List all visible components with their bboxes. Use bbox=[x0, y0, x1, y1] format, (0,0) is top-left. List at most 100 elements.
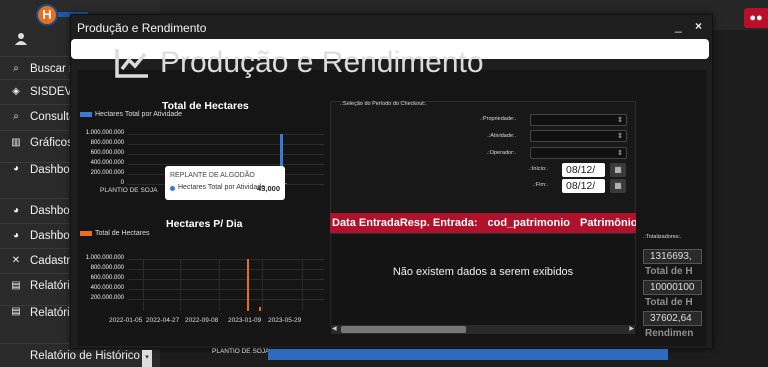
tooltip-series-dot bbox=[170, 186, 175, 191]
chart2-bar[interactable] bbox=[247, 259, 249, 311]
chart2-vgrid bbox=[143, 259, 144, 311]
table-body bbox=[330, 233, 636, 326]
chart2-gridline bbox=[128, 259, 324, 260]
search-icon: ⌕ bbox=[13, 111, 19, 122]
propriedade-label: .:Propriedade:. bbox=[479, 116, 516, 122]
operador-select[interactable]: ⇕ bbox=[530, 147, 627, 159]
chart2-vgrid bbox=[180, 259, 181, 311]
operador-label: .:Operador:. bbox=[486, 150, 516, 156]
tooltip-category: REPLANTE DE ALGODÃO bbox=[170, 172, 255, 179]
chart2-gridline bbox=[128, 299, 324, 300]
col-patrimonio[interactable]: Patrimônio: bbox=[580, 217, 636, 229]
page-heading: Produção e Rendimento bbox=[114, 46, 484, 80]
horizontal-scrollbar[interactable]: ◀ ▶ bbox=[331, 325, 635, 334]
chart2-xtick: 2023-05-29 bbox=[268, 317, 302, 324]
chevron-updown-icon: ⇕ bbox=[617, 133, 623, 140]
bottom-bar bbox=[268, 349, 668, 360]
close-button[interactable]: × bbox=[695, 19, 702, 33]
chart1-tooltip: REPLANTE DE ALGODÃO Hectares Total por A… bbox=[165, 166, 285, 200]
col-cod-patrimonio[interactable]: cod_patrimonio bbox=[488, 217, 571, 229]
fim-date-input[interactable]: 08/12/ bbox=[562, 179, 605, 193]
chart1-legend-swatch bbox=[80, 112, 92, 117]
logo-mark: H bbox=[36, 4, 58, 26]
filter-caption: .:Seleção do Período do Checkout:. bbox=[340, 101, 427, 107]
table-header: Data Entrada Resp. Entrada: cod_patrimon… bbox=[330, 213, 636, 233]
chart1-ytick: 200.000.000 bbox=[90, 170, 124, 176]
pie-chart-icon: ◕ bbox=[12, 205, 20, 216]
chart2-ytick: 800.000.000 bbox=[90, 265, 124, 271]
minimize-button[interactable]: _ bbox=[675, 19, 682, 33]
col-data-entrada[interactable]: Data Entrada bbox=[332, 217, 400, 229]
atividade-label: .:Atividade:. bbox=[487, 133, 516, 139]
chevron-updown-icon: ⇕ bbox=[617, 117, 623, 124]
chart2-gridline bbox=[128, 279, 324, 280]
modal-title: Produção e Rendimento bbox=[77, 21, 207, 35]
chart2-legend[interactable]: Total de Hectares bbox=[80, 230, 149, 237]
total-label-2: Total de H bbox=[645, 297, 693, 308]
chart1-gridline bbox=[128, 144, 324, 145]
chart2-xtick: 2022-01-05 bbox=[109, 317, 143, 324]
chart1-legend[interactable]: Hectares Total por Atividade bbox=[80, 111, 182, 118]
chart1-gridline bbox=[128, 154, 324, 155]
chevron-down-icon[interactable]: ▾ bbox=[142, 350, 152, 367]
total-field-1[interactable]: 1316693, bbox=[643, 249, 702, 264]
tooltip-value: 43,000 bbox=[257, 184, 280, 193]
bottom-category-label: PLANTIO DE SOJA bbox=[212, 348, 270, 355]
total-label-1: Total de H bbox=[645, 266, 693, 277]
chart2-legend-swatch bbox=[80, 231, 92, 236]
line-chart-icon bbox=[115, 49, 148, 78]
heading-text: Produção e Rendimento bbox=[160, 46, 484, 79]
chart1-ytick: 800.000.000 bbox=[90, 140, 124, 146]
chart2-bar[interactable] bbox=[259, 306, 261, 311]
chart2-gridline bbox=[128, 269, 324, 270]
sidebar-item-label: Relatório de Histórico bbox=[30, 350, 140, 362]
chart1-gridline bbox=[128, 134, 324, 135]
chart1-ytick: 400.000.000 bbox=[90, 160, 124, 166]
chart1-legend-label: Hectares Total por Atividade bbox=[95, 111, 183, 118]
user-icon[interactable] bbox=[14, 32, 28, 46]
pie-chart-icon: ◕ bbox=[12, 163, 20, 174]
chart2-ytick: 200.000.000 bbox=[90, 295, 124, 301]
bar-chart-icon: ▥ bbox=[11, 137, 21, 148]
atividade-select[interactable]: ⇕ bbox=[530, 130, 627, 142]
chart2-ytick: 600.000.000 bbox=[90, 275, 124, 281]
blank-icon bbox=[10, 350, 22, 362]
chart1-ytick: 0 bbox=[120, 180, 124, 186]
scroll-left-icon[interactable]: ◀ bbox=[332, 325, 337, 332]
search-icon: ⌕ bbox=[13, 63, 19, 74]
shield-icon: ◈ bbox=[12, 86, 20, 97]
chart2-legend-label: Total de Hectares bbox=[95, 230, 150, 237]
calendar-icon[interactable]: ▦ bbox=[610, 163, 626, 177]
col-resp-entrada[interactable]: Resp. Entrada: bbox=[400, 217, 478, 229]
total-field-2[interactable]: 10000100 bbox=[643, 280, 702, 295]
chart1-ytick: 1.000.000.000 bbox=[85, 130, 124, 136]
chart1-xtick: PLANTIO DE SOJA bbox=[100, 187, 158, 194]
total-label-3: Rendimen bbox=[645, 328, 694, 339]
document-icon: ▤ bbox=[11, 306, 21, 317]
scrollbar-thumb[interactable] bbox=[341, 326, 466, 333]
chevron-updown-icon: ⇕ bbox=[617, 150, 623, 157]
chart2-vgrid bbox=[262, 259, 263, 311]
scroll-right-icon[interactable]: ▶ bbox=[629, 325, 634, 332]
chart2-xtick: 2023-01-09 bbox=[228, 317, 262, 324]
chart2-vgrid bbox=[302, 259, 303, 311]
document-icon: ▤ bbox=[11, 280, 21, 291]
calendar-icon[interactable]: ▦ bbox=[610, 179, 626, 193]
totalizadores-caption: .:Totalizadores:. bbox=[643, 234, 682, 240]
chart1-ytick: 600.000.000 bbox=[90, 150, 124, 156]
chart2-title: Hectares P/ Dia bbox=[166, 218, 243, 230]
inicio-label: .:Início:. bbox=[528, 166, 548, 172]
tools-icon: ✕ bbox=[11, 255, 21, 266]
chart2-vgrid bbox=[219, 259, 220, 311]
total-field-3[interactable]: 37602,64 bbox=[643, 311, 702, 326]
empty-message: Não existem dados a serem exibidos bbox=[392, 266, 574, 278]
propriedade-select[interactable]: ⇕ bbox=[530, 114, 627, 126]
chart2-ytick: 1.000.000.000 bbox=[85, 255, 124, 261]
chart2-xtick: 2022-04-27 bbox=[146, 317, 180, 324]
chart2-ytick: 400.000.000 bbox=[90, 285, 124, 291]
chart1-gridline bbox=[128, 164, 324, 165]
tooltip-series: Hectares Total por Atividade bbox=[178, 184, 266, 191]
chart2-gridline bbox=[128, 289, 324, 290]
chat-bubbles-icon[interactable]: ●● bbox=[744, 8, 768, 28]
inicio-date-input[interactable]: 08/12/ bbox=[562, 163, 605, 177]
